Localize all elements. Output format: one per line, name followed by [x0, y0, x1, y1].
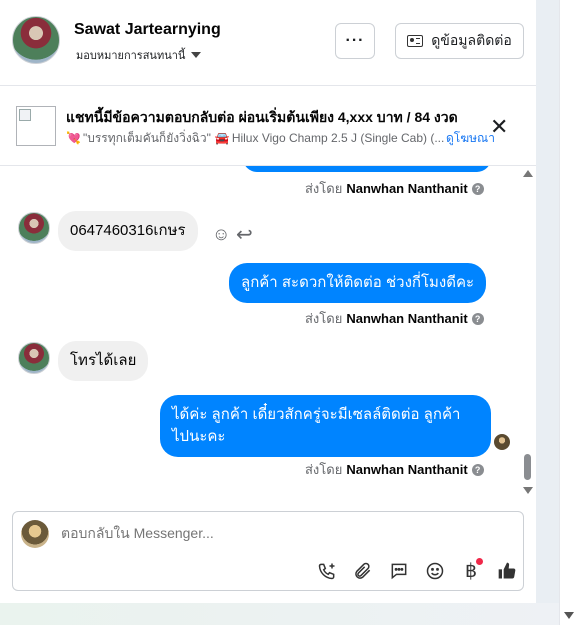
thumbs-up-icon[interactable] — [489, 558, 525, 584]
heart-icon: 💘 — [66, 131, 81, 145]
thread-scrollbar[interactable] — [521, 166, 535, 500]
ad-context-banner: แชทนี้มีข้อความตอบกลับต่อ ผ่อนเริ่มต้นเพ… — [0, 87, 536, 166]
paperclip-icon[interactable] — [345, 558, 381, 584]
agent-avatar — [21, 520, 49, 548]
contact-card-icon — [407, 35, 424, 47]
page-scroll-down-icon[interactable] — [564, 612, 574, 619]
assign-conversation-dropdown[interactable]: มอบหมายการสนทนานี้ — [76, 46, 202, 64]
message-line: ไปนะคะ — [172, 428, 226, 445]
sent-by-prefix: ส่งโดย — [305, 311, 343, 326]
emoji-icon[interactable] — [417, 558, 453, 584]
message-bubble-incoming[interactable]: 0647460316เกษร — [58, 211, 198, 251]
scroll-thumb[interactable] — [524, 454, 531, 480]
sent-by-label: ส่งโดย Nanwhan Nanthanit ? — [305, 459, 484, 480]
message-bubble-outgoing[interactable]: ลูกค้า สะดวกให้ติดต่อ ช่วงกี่โมงดีคะ — [229, 263, 487, 303]
close-banner-icon[interactable]: ✕ — [490, 116, 508, 138]
view-contact-button[interactable]: ดูข้อมูลติดต่อ — [395, 23, 524, 59]
ad-subtitle: 💘 "บรรทุกเต็มคันก็ยังวิ่งฉิว" 🚘 Hilux Vigo … — [66, 129, 498, 148]
baht-payment-icon[interactable]: ฿ — [453, 558, 489, 584]
page-scrollbar[interactable] — [559, 0, 577, 625]
reply-input[interactable] — [61, 525, 501, 541]
message-line: ได้ค่ะ ลูกค้า เดี๋ยวสักครู่จะมีเซลล์ติดต… — [172, 406, 461, 423]
reply-composer: ฿ — [12, 511, 524, 591]
ad-title: แชทนี้มีข้อความตอบกลับต่อ ผ่อนเริ่มต้นเพ… — [66, 109, 458, 125]
message-bubble-outgoing-partial[interactable] — [243, 166, 491, 172]
agent-name: Nanwhan Nanthanit — [346, 311, 468, 326]
message-bubble-incoming[interactable]: โทรได้เลย — [58, 341, 149, 381]
customer-name[interactable]: Sawat Jartearnying — [74, 21, 221, 39]
notification-dot — [476, 558, 483, 565]
car-icon: 🚘 — [214, 131, 230, 145]
sent-by-prefix: ส่งโดย — [305, 462, 343, 477]
assign-label: มอบหมายการสนทนานี้ — [76, 50, 186, 62]
message-thread: ส่งโดย Nanwhan Nanthanit ? 0647460316เกษ… — [0, 166, 536, 500]
sent-by-prefix: ส่งโดย — [305, 181, 343, 196]
react-emoji-icon[interactable]: ☺ — [212, 224, 230, 245]
ad-tagline: "บรรทุกเต็มคันก็ยังวิ่งฉิว" — [82, 131, 211, 145]
customer-avatar[interactable] — [12, 16, 60, 64]
side-gutter — [536, 0, 559, 625]
ad-model: Hilux Vigo Champ 2.5 J (Single Cab) (... — [231, 131, 445, 145]
customer-avatar-small[interactable] — [18, 212, 50, 244]
scroll-down-icon[interactable] — [523, 487, 533, 494]
sent-by-label: ส่งโดย Nanwhan Nanthanit ? — [305, 308, 484, 329]
composer-toolbar: ฿ — [309, 558, 525, 584]
conversation-header: Sawat Jartearnying มอบหมายการสนทนานี้ ··… — [0, 0, 536, 86]
info-icon[interactable]: ? — [471, 312, 484, 325]
view-contact-label: ดูข้อมูลติดต่อ — [431, 32, 512, 48]
info-icon[interactable]: ? — [471, 182, 484, 195]
reply-arrow-icon[interactable]: ↩ — [236, 222, 253, 247]
info-icon[interactable]: ? — [471, 463, 484, 476]
ad-thumbnail-image — [16, 106, 56, 146]
scroll-up-icon[interactable] — [523, 170, 533, 177]
phone-plus-icon[interactable] — [309, 558, 345, 584]
caret-down-icon — [191, 52, 202, 58]
conversation-panel: Sawat Jartearnying มอบหมายการสนทนานี้ ··… — [0, 0, 536, 603]
agent-name: Nanwhan Nanthanit — [346, 181, 468, 196]
sent-by-label: ส่งโดย Nanwhan Nanthanit ? — [305, 178, 484, 199]
seen-by-avatar — [494, 434, 510, 450]
saved-reply-icon[interactable] — [381, 558, 417, 584]
bottom-gutter — [0, 603, 559, 625]
view-ad-link[interactable]: ดูโฆษณา — [444, 129, 495, 148]
more-options-button[interactable]: ··· — [335, 23, 375, 59]
message-bubble-outgoing[interactable]: ได้ค่ะ ลูกค้า เดี๋ยวสักครู่จะมีเซลล์ติดต… — [160, 395, 491, 457]
customer-avatar-small[interactable] — [18, 342, 50, 374]
agent-name: Nanwhan Nanthanit — [346, 462, 468, 477]
